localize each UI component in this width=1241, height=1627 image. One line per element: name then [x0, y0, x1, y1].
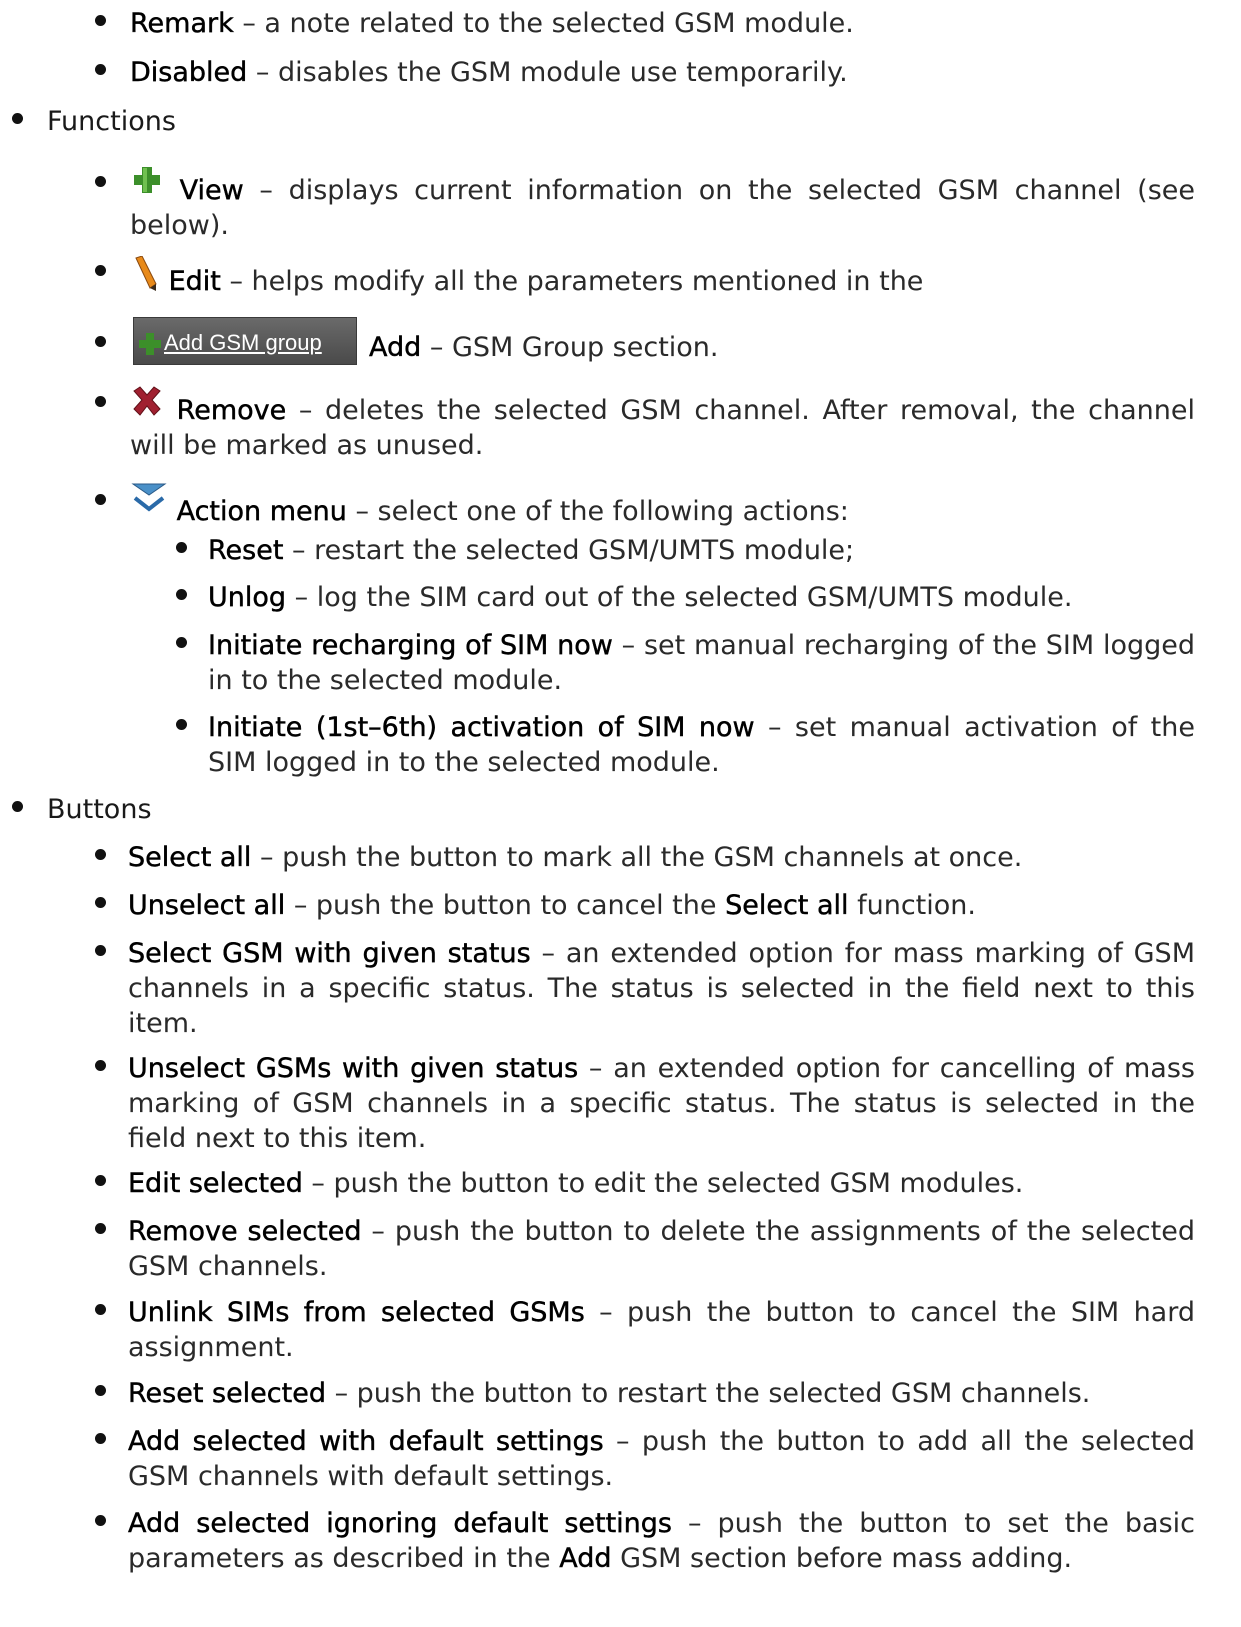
- desc: – push the button to edit the selected G…: [302, 1168, 1024, 1199]
- bullet: [95, 1060, 106, 1071]
- bullet: [95, 396, 106, 407]
- term: Edit selected: [128, 1168, 303, 1199]
- term-add: Add: [369, 332, 422, 363]
- plus-icon: [139, 333, 161, 355]
- bullet: [95, 1175, 106, 1186]
- button-item-reset-selected: Reset selected – push the button to rest…: [128, 1376, 1195, 1411]
- bullet: [176, 542, 187, 553]
- desc: – push the button to restart the selecte…: [325, 1378, 1091, 1409]
- desc-disabled: – disables the GSM module use temporaril…: [247, 57, 848, 88]
- button-item-select-gsm-status: Select GSM with given status – an extend…: [128, 936, 1195, 1041]
- action-item-activation: Initiate (1st–6th) activation of SIM now…: [208, 710, 1195, 780]
- button-item-add-ignoring: Add selected ignoring default settings –…: [128, 1506, 1195, 1576]
- term-edit: Edit: [168, 266, 221, 297]
- red-x-icon: [133, 386, 161, 416]
- desc: – push the button to cancel the: [285, 890, 726, 921]
- action-item-reset: Reset – restart the selected GSM/UMTS mo…: [208, 533, 1195, 568]
- section-heading-buttons: Buttons: [47, 792, 152, 827]
- list-item-disabled: Disabled – disables the GSM module use t…: [130, 55, 1195, 90]
- term: Unselect GSMs with given status: [128, 1053, 579, 1084]
- term: Select all: [128, 842, 252, 873]
- bullet: [95, 64, 106, 75]
- term-remove: Remove: [176, 395, 287, 426]
- pencil-icon: [135, 256, 157, 291]
- button-item-unlink-sims: Unlink SIMs from selected GSMs – push th…: [128, 1295, 1195, 1365]
- document-page: Remark – a note related to the selected …: [0, 0, 1241, 1627]
- desc-view: – displays current information on the se…: [130, 175, 1195, 241]
- add-gsm-group-label: Add GSM group: [164, 330, 322, 355]
- list-item-edit: Edit – helps modify all the parameters m…: [130, 256, 1195, 299]
- double-chevron-down-icon: [131, 483, 167, 512]
- desc-remove: – deletes the selected GSM channel. Afte…: [130, 395, 1195, 461]
- desc: function.: [848, 890, 976, 921]
- term: Unlink SIMs from selected GSMs: [128, 1297, 585, 1328]
- term-remark: Remark: [130, 8, 234, 39]
- action-item-recharging: Initiate recharging of SIM now – set man…: [208, 628, 1195, 698]
- desc-unlog: – log the SIM card out of the selected G…: [286, 582, 1073, 613]
- desc-add: – GSM Group section.: [421, 332, 719, 363]
- term: Add selected with default settings: [128, 1426, 604, 1457]
- desc: GSM section before mass adding.: [611, 1543, 1073, 1574]
- bullet: [95, 15, 106, 26]
- term-activation: Initiate (1st–6th) activation of SIM now: [208, 712, 755, 743]
- desc-reset: – restart the selected GSM/UMTS module;: [283, 535, 855, 566]
- bullet: [95, 1304, 106, 1315]
- list-item-add: Add GSM group Add – GSM Group section.: [133, 317, 1195, 365]
- bullet: [95, 1385, 106, 1396]
- term-action-menu: Action menu: [176, 496, 347, 527]
- bullet: [12, 113, 23, 124]
- list-item-remove: Remove – deletes the selected GSM channe…: [130, 385, 1195, 463]
- button-item-edit-selected: Edit selected – push the button to edit …: [128, 1166, 1195, 1201]
- term: Unselect all: [128, 890, 286, 921]
- term-view: View: [179, 175, 244, 206]
- bullet: [12, 801, 23, 812]
- button-item-select-all: Select all – push the button to mark all…: [128, 840, 1195, 875]
- term-unlog: Unlog: [208, 582, 287, 613]
- bullet: [95, 897, 106, 908]
- term-disabled: Disabled: [130, 57, 248, 88]
- list-item-remark: Remark – a note related to the selected …: [130, 6, 1195, 41]
- functions-heading: Functions: [47, 106, 176, 137]
- bullet: [95, 265, 106, 276]
- desc-edit: – helps modify all the parameters mentio…: [220, 266, 924, 297]
- desc: – push the button to mark all the GSM ch…: [251, 842, 1023, 873]
- term: Add selected ignoring default settings: [128, 1508, 673, 1539]
- bullet: [95, 1515, 106, 1526]
- bullet: [95, 494, 106, 505]
- desc-remark: – a note related to the selected GSM mod…: [233, 8, 854, 39]
- bullet: [95, 1433, 106, 1444]
- bullet: [95, 1223, 106, 1234]
- term: Reset selected: [128, 1378, 326, 1409]
- list-item-view: View – displays current information on t…: [130, 165, 1195, 243]
- buttons-heading: Buttons: [47, 794, 152, 825]
- term-recharging: Initiate recharging of SIM now: [208, 630, 613, 661]
- bullet: [176, 719, 187, 730]
- term-reset: Reset: [208, 535, 284, 566]
- plus-icon: [134, 167, 160, 193]
- term-select-all-ref: Select all: [725, 890, 849, 921]
- desc-action-menu: – select one of the following actions:: [346, 496, 849, 527]
- bullet: [176, 589, 187, 600]
- term-add-ref: Add: [559, 1543, 612, 1574]
- bullet: [95, 945, 106, 956]
- bullet: [95, 849, 106, 860]
- bullet: [95, 176, 106, 187]
- section-heading-functions: Functions: [47, 104, 176, 139]
- action-item-unlog: Unlog – log the SIM card out of the sele…: [208, 580, 1195, 615]
- button-item-unselect-all: Unselect all – push the button to cancel…: [128, 888, 1195, 923]
- button-item-remove-selected: Remove selected – push the button to del…: [128, 1214, 1195, 1284]
- button-item-unselect-gsm-status: Unselect GSMs with given status – an ext…: [128, 1051, 1195, 1156]
- term: Select GSM with given status: [128, 938, 531, 969]
- list-item-action-menu: Action menu – select one of the followin…: [130, 482, 1195, 529]
- bullet: [176, 637, 187, 648]
- add-gsm-group-button[interactable]: Add GSM group: [133, 317, 357, 365]
- button-item-add-default: Add selected with default settings – pus…: [128, 1424, 1195, 1494]
- bullet: [95, 336, 106, 347]
- term: Remove selected: [128, 1216, 362, 1247]
